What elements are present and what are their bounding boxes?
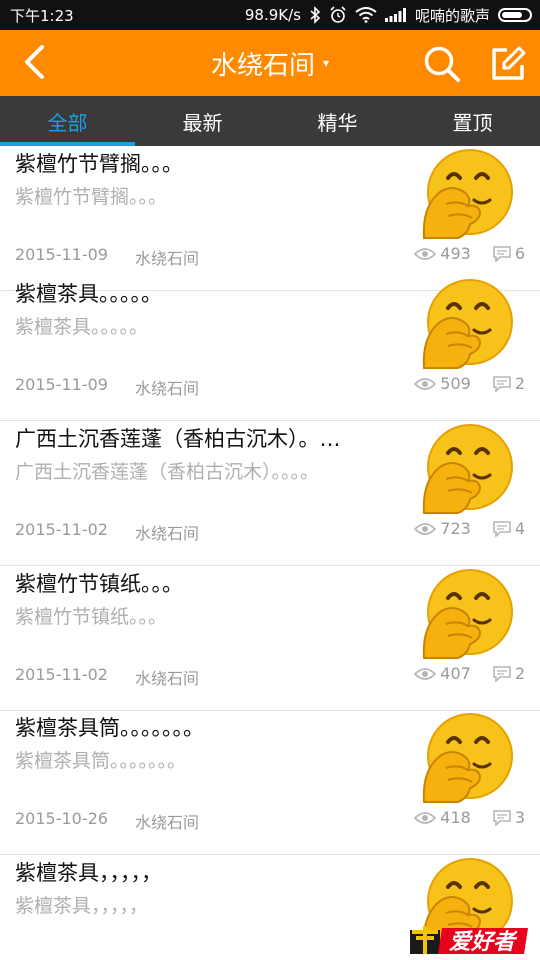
- post-snippet: 紫檀茶具。。。。。: [15, 316, 149, 338]
- post-item[interactable]: 广西土沉香莲蓬（香柏古沉木）。… 广西土沉香莲蓬（香柏古沉木）。。。。 2015…: [0, 421, 540, 566]
- post-date: 2015-11-02: [15, 665, 108, 684]
- caret-down-icon: ▾: [322, 56, 330, 70]
- comment-count: 3: [514, 808, 525, 827]
- post-thumbnail: [418, 712, 518, 804]
- comment-icon: [493, 245, 511, 262]
- page-title: 水绕石间: [210, 50, 315, 81]
- status-right: 98.9K/s 呢喃的歌声: [245, 5, 532, 26]
- view-count: 407: [440, 664, 471, 683]
- new-post-button[interactable]: [486, 42, 530, 86]
- post-date: 2015-11-09: [15, 375, 108, 394]
- view-count: 493: [440, 244, 471, 263]
- comment-icon: [493, 665, 511, 682]
- post-item[interactable]: 紫檀茶具。。。。。 紫檀茶具。。。。。 2015-11-09 水绕石间 509 …: [0, 276, 540, 421]
- bluetooth-icon: [309, 6, 321, 24]
- tab-featured[interactable]: 精华: [270, 96, 405, 146]
- search-icon: [424, 46, 460, 82]
- eye-icon: [414, 377, 437, 390]
- post-stats: 723 4: [414, 519, 525, 538]
- post-item[interactable]: 紫檀竹节臂搁。。。 紫檀竹节臂搁。。。 2015-11-09 水绕石间 493 …: [0, 146, 540, 291]
- tab-latest[interactable]: 最新: [135, 96, 270, 146]
- post-date: 2015-10-26: [15, 809, 108, 828]
- post-stats: 407 2: [414, 664, 525, 683]
- post-title: 广西土沉香莲蓬（香柏古沉木）。…: [15, 427, 341, 451]
- post-stats: 509 2: [414, 374, 525, 393]
- status-time: 下午1:23: [10, 6, 74, 25]
- post-snippet: 紫檀竹节镇纸。。。: [15, 606, 168, 628]
- eye-icon: [414, 247, 437, 260]
- wifi-icon: [355, 7, 377, 23]
- post-thumbnail: [418, 148, 518, 240]
- post-list: 紫檀竹节臂搁。。。 紫檀竹节臂搁。。。 2015-11-09 水绕石间 493 …: [0, 146, 540, 960]
- post-snippet: 紫檀茶具筒。。。。。。。: [15, 750, 187, 772]
- post-title: 紫檀竹节镇纸。。。: [15, 572, 183, 596]
- carrier-name: 呢喃的歌声: [414, 6, 490, 25]
- chevron-left-icon: [25, 45, 44, 79]
- eye-icon: [414, 522, 437, 535]
- post-title: 紫檀竹节臂搁。。。: [15, 152, 183, 176]
- tab-bar: 全部 最新 精华 置顶: [0, 96, 540, 146]
- eye-icon: [414, 667, 437, 680]
- post-board: 水绕石间: [135, 249, 200, 268]
- comment-count: 2: [514, 374, 525, 393]
- post-board: 水绕石间: [135, 379, 200, 398]
- tab-label: 全部: [47, 110, 88, 135]
- tab-label: 置顶: [452, 110, 493, 135]
- post-stats: 418 3: [414, 808, 525, 827]
- eye-icon: [414, 811, 437, 824]
- comment-icon: [493, 520, 511, 537]
- post-thumbnail: [418, 278, 518, 370]
- post-item[interactable]: 紫檀竹节镇纸。。。 紫檀竹节镇纸。。。 2015-11-02 水绕石间 407 …: [0, 566, 540, 711]
- watermark-logo: 爱好者: [408, 916, 532, 956]
- comment-icon: [493, 809, 511, 826]
- tab-label: 最新: [182, 110, 223, 135]
- tab-all[interactable]: 全部: [0, 96, 135, 146]
- signal-icon: [384, 8, 407, 22]
- search-button[interactable]: [420, 42, 464, 86]
- post-title: 紫檀茶具。。。。。: [15, 282, 162, 306]
- back-button[interactable]: [14, 42, 54, 82]
- tab-label: 精华: [317, 110, 358, 135]
- post-snippet: 广西土沉香莲蓬（香柏古沉木）。。。。: [15, 461, 320, 483]
- post-thumbnail: [418, 568, 518, 660]
- edit-icon: [492, 46, 526, 80]
- post-board: 水绕石间: [135, 669, 200, 688]
- network-speed: 98.9K/s: [244, 6, 301, 24]
- post-stats: 493 6: [414, 244, 525, 263]
- view-count: 509: [440, 374, 471, 393]
- post-date: 2015-11-09: [15, 245, 108, 264]
- post-item[interactable]: 紫檀茶具筒。。。。。。。 紫檀茶具筒。。。。。。。 2015-10-26 水绕石…: [0, 710, 540, 855]
- post-snippet: 紫檀茶具，，，，，: [15, 895, 149, 917]
- post-date: 2015-11-02: [15, 520, 108, 539]
- comment-icon: [493, 375, 511, 392]
- post-thumbnail: [418, 423, 518, 515]
- tab-pinned[interactable]: 置顶: [405, 96, 540, 146]
- comment-count: 4: [514, 519, 525, 538]
- view-count: 418: [440, 808, 471, 827]
- post-snippet: 紫檀竹节臂搁。。。: [15, 186, 168, 208]
- comment-count: 6: [514, 244, 525, 263]
- post-title: 紫檀茶具，，，，，: [15, 861, 162, 885]
- alarm-icon: [329, 6, 347, 24]
- view-count: 723: [440, 519, 471, 538]
- post-title: 紫檀茶具筒。。。。。。。: [15, 716, 204, 740]
- comment-count: 2: [514, 664, 525, 683]
- watermark-text: 爱好者: [449, 930, 518, 955]
- battery-icon: [498, 8, 532, 22]
- post-board: 水绕石间: [135, 813, 200, 832]
- app-bar: 水绕石间 ▾: [0, 30, 540, 96]
- status-bar: 下午1:23 98.9K/s 呢喃的歌声: [0, 0, 540, 30]
- post-board: 水绕石间: [135, 524, 200, 543]
